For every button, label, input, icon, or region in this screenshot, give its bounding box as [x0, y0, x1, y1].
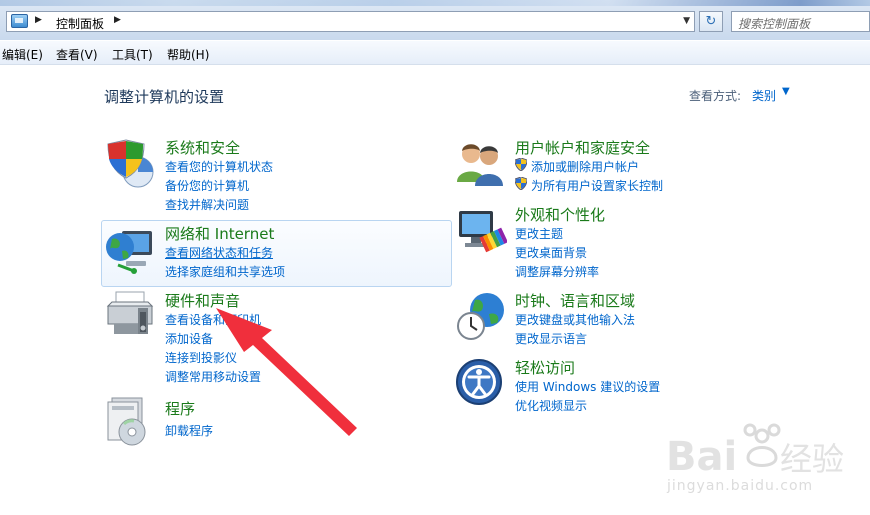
- svg-text:Bai: Bai: [666, 434, 737, 480]
- svg-text:经验: 经验: [780, 440, 844, 478]
- watermark-url: jingyan.baidu.com: [667, 478, 814, 494]
